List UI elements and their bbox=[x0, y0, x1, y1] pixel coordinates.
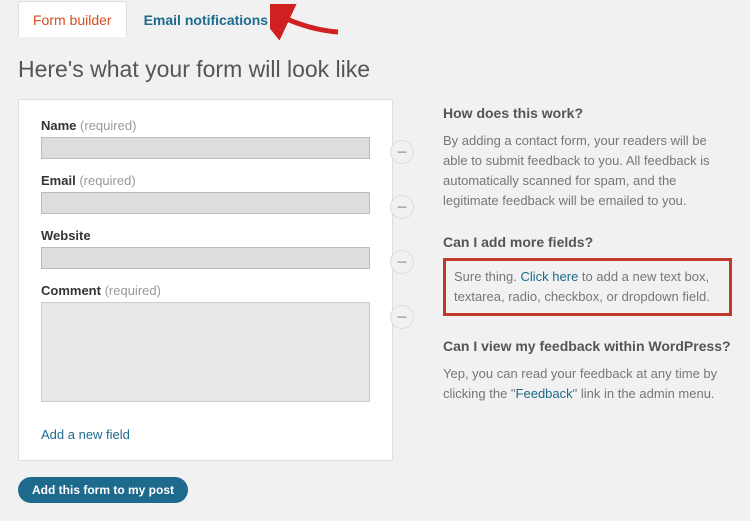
help-how-works: How does this work? By adding a contact … bbox=[443, 105, 732, 212]
submit-area: Add this form to my post bbox=[0, 461, 750, 519]
website-input[interactable] bbox=[41, 247, 370, 269]
annotation-highlight-box: Sure thing. Click here to add a new text… bbox=[443, 258, 732, 316]
text-part: " link in the admin menu. bbox=[573, 386, 715, 401]
field-email: Email (required) − bbox=[41, 173, 370, 214]
required-hint: (required) bbox=[79, 173, 135, 188]
remove-field-button[interactable]: − bbox=[390, 140, 414, 164]
required-hint: (required) bbox=[105, 283, 161, 298]
help-heading: Can I view my feedback within WordPress? bbox=[443, 338, 732, 354]
label-text: Website bbox=[41, 228, 91, 243]
add-form-button[interactable]: Add this form to my post bbox=[18, 477, 188, 503]
field-label: Comment (required) bbox=[41, 283, 370, 298]
email-input[interactable] bbox=[41, 192, 370, 214]
help-heading: Can I add more fields? bbox=[443, 234, 732, 250]
label-text: Comment bbox=[41, 283, 101, 298]
field-website: Website − bbox=[41, 228, 370, 269]
remove-field-button[interactable]: − bbox=[390, 305, 414, 329]
feedback-link[interactable]: Feedback bbox=[516, 386, 573, 401]
label-text: Name bbox=[41, 118, 76, 133]
field-label: Email (required) bbox=[41, 173, 370, 188]
help-heading: How does this work? bbox=[443, 105, 732, 121]
main-area: Name (required) − Email (required) − Web… bbox=[0, 99, 750, 461]
form-preview-panel: Name (required) − Email (required) − Web… bbox=[18, 99, 393, 461]
help-text: By adding a contact form, your readers w… bbox=[443, 131, 732, 212]
text-part: Sure thing. bbox=[454, 269, 521, 284]
add-field-link[interactable]: Add a new field bbox=[41, 427, 130, 442]
required-hint: (required) bbox=[80, 118, 136, 133]
remove-field-button[interactable]: − bbox=[390, 250, 414, 274]
help-sidebar: How does this work? By adding a contact … bbox=[393, 99, 732, 461]
click-here-link[interactable]: Click here bbox=[521, 269, 579, 284]
field-comment: Comment (required) − bbox=[41, 283, 370, 407]
name-input[interactable] bbox=[41, 137, 370, 159]
tab-form-builder[interactable]: Form builder bbox=[18, 1, 127, 37]
field-label: Website bbox=[41, 228, 370, 243]
field-name: Name (required) − bbox=[41, 118, 370, 159]
help-text: Yep, you can read your feedback at any t… bbox=[443, 364, 732, 404]
tab-email-notifications[interactable]: Email notifications bbox=[129, 1, 283, 36]
remove-field-button[interactable]: − bbox=[390, 195, 414, 219]
field-label: Name (required) bbox=[41, 118, 370, 133]
page-title: Here's what your form will look like bbox=[0, 36, 750, 99]
comment-input[interactable] bbox=[41, 302, 370, 402]
tab-bar: Form builder Email notifications bbox=[0, 0, 750, 36]
label-text: Email bbox=[41, 173, 76, 188]
help-add-fields: Can I add more fields? Sure thing. Click… bbox=[443, 234, 732, 316]
help-text: Sure thing. Click here to add a new text… bbox=[454, 267, 721, 307]
help-view-feedback: Can I view my feedback within WordPress?… bbox=[443, 338, 732, 404]
